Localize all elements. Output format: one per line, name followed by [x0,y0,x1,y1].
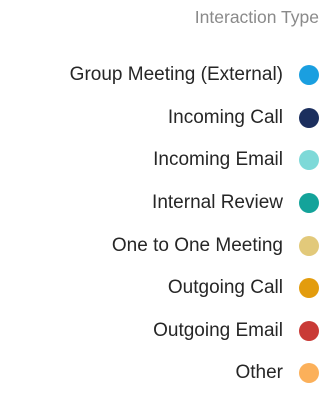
legend-item-incoming-call[interactable]: Incoming Call [70,97,333,140]
legend-item-outgoing-email[interactable]: Outgoing Email [70,310,333,353]
legend-item-one-to-one-meeting[interactable]: One to One Meeting [70,224,333,267]
legend-color-dot-icon [299,193,319,214]
legend-item-label: Group Meeting (External) [69,64,283,86]
legend-item-label: Outgoing Call [167,277,283,299]
legend-color-dot-icon [299,363,319,384]
legend-color-dot-icon [299,235,319,256]
legend-item-label: Outgoing Email [153,319,283,341]
legend-item-group-meeting-external[interactable]: Group Meeting (External) [70,54,333,97]
legend-item-label: Other [235,362,283,384]
legend-color-dot-icon [299,278,319,299]
legend-item-incoming-email[interactable]: Incoming Email [70,139,333,182]
legend-item-label: One to One Meeting [111,234,283,256]
legend-item-label: Incoming Email [153,149,283,171]
legend-item-outgoing-call[interactable]: Outgoing Call [70,267,333,310]
legend-list: Group Meeting (External) Incoming Call I… [70,54,333,395]
legend-item-label: Incoming Call [167,106,283,128]
legend: Interaction Type Group Meeting (External… [0,0,333,384]
legend-color-dot-icon [299,320,319,341]
legend-item-other[interactable]: Other [70,352,333,395]
legend-item-internal-review[interactable]: Internal Review [70,182,333,225]
legend-color-dot-icon [299,65,319,86]
legend-color-dot-icon [299,150,319,171]
legend-color-dot-icon [299,107,319,128]
legend-title: Interaction Type [194,7,319,27]
legend-item-label: Internal Review [152,192,283,214]
